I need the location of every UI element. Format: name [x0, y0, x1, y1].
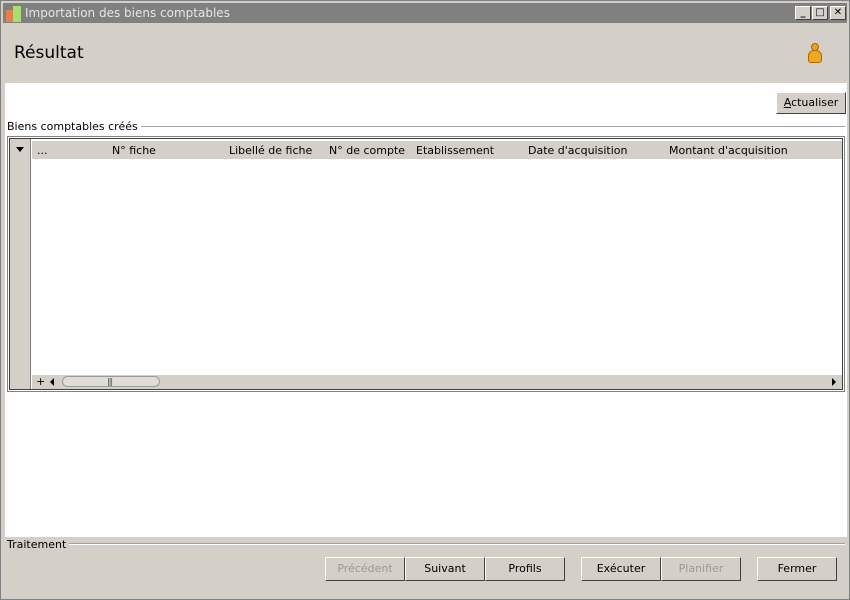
section-label: Biens comptables créés — [7, 120, 141, 133]
column-header-more[interactable]: ... — [37, 144, 48, 157]
previous-button[interactable]: Précédent — [325, 557, 405, 581]
column-header-fiche-number[interactable]: N° fiche — [112, 144, 156, 157]
footer: Traitement Précédent Suivant Profils Exé… — [3, 537, 847, 597]
execute-button[interactable]: Exécuter — [581, 557, 661, 581]
schedule-button[interactable]: Planifier — [661, 557, 741, 581]
import-window: Importation des biens comptables _ □ ✕ R… — [0, 0, 850, 600]
column-header-acquisition-amount[interactable]: Montant d'acquisition — [669, 144, 788, 157]
profiles-button[interactable]: Profils — [485, 557, 565, 581]
refresh-button[interactable]: Actualiser — [776, 92, 846, 114]
refresh-label: ctualiser — [791, 96, 839, 109]
next-button[interactable]: Suivant — [405, 557, 485, 581]
footer-label: Traitement — [7, 538, 70, 551]
close-button[interactable]: Fermer — [757, 557, 837, 581]
close-window-button[interactable]: ✕ — [830, 6, 846, 20]
scroll-thumb[interactable]: ||| — [62, 376, 160, 387]
refresh-mnemonic: A — [783, 96, 792, 109]
section-divider — [123, 126, 845, 128]
title-bar[interactable]: Importation des biens comptables _ □ ✕ — [3, 3, 847, 23]
scroll-left-icon[interactable] — [50, 378, 54, 386]
main-content: Actualiser Biens comptables créés ... N°… — [5, 83, 847, 537]
window-title: Importation des biens comptables — [25, 6, 230, 20]
row-selector-column — [10, 139, 31, 389]
page-title: Résultat — [14, 43, 84, 63]
column-header-account-number[interactable]: N° de compte — [329, 144, 405, 157]
page-header: Résultat — [3, 23, 847, 83]
scroll-grip-icon: ||| — [107, 377, 113, 386]
column-header-acquisition-date[interactable]: Date d'acquisition — [528, 144, 627, 157]
maximize-button[interactable]: □ — [812, 6, 828, 20]
scroll-right-icon[interactable] — [832, 378, 836, 386]
footer-divider — [63, 543, 845, 545]
horizontal-scrollbar[interactable]: + ||| — [32, 375, 842, 389]
column-header-fiche-label[interactable]: Libellé de fiche — [229, 144, 312, 157]
assets-grid[interactable]: ... N° fiche Libellé de fiche N° de comp… — [7, 136, 845, 392]
minimize-button[interactable]: _ — [795, 6, 811, 20]
app-icon — [6, 6, 22, 22]
user-icon[interactable] — [807, 43, 823, 65]
column-header-establishment[interactable]: Etablissement — [416, 144, 494, 157]
add-row-icon[interactable]: + — [36, 375, 45, 389]
grid-header: ... N° fiche Libellé de fiche N° de comp… — [32, 141, 842, 159]
chevron-down-icon[interactable] — [16, 147, 24, 152]
